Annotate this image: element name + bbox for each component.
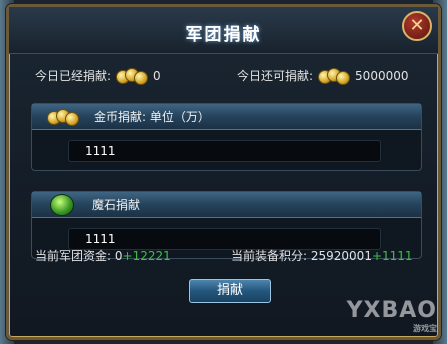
watermark-logo: YXBAO 游戏宝 [347,298,437,334]
legion-funds-bonus: +12221 [122,249,171,263]
today-donated-row: 今日已经捐献: 0 [35,67,161,85]
today-donated-label: 今日已经捐献: [35,69,112,83]
equip-points-row: 当前装备积分: 25920001+1111 [231,247,413,264]
dialog-title: 军团捐献 [185,25,262,45]
today-donated-value: 0 [153,68,161,83]
legion-funds-row: 当前军团资金: 0+12221 [35,247,171,264]
title-bar: 军团捐献 [9,7,438,54]
close-button[interactable]: ✕ [402,11,432,41]
gold-coin-icon [116,67,149,85]
gold-section-header: 金币捐献: 单位（万） [32,104,421,130]
donate-button[interactable]: 捐献 [189,279,271,303]
legion-funds-value: 0 [114,249,123,263]
magic-stone-icon [50,193,74,216]
gold-section-label: 金币捐献: 单位（万） [94,110,210,124]
gold-coin-icon [318,67,351,85]
today-remaining-value: 5000000 [355,68,409,83]
stone-section-header: 魔石捐献 [32,192,421,218]
gold-donate-section: 金币捐献: 单位（万） 1111 [31,103,422,171]
gold-coin-icon [47,108,79,126]
watermark-brand: YXBAO [346,298,437,323]
today-remaining-row: 今日还可捐献: 5000000 [237,67,409,85]
gold-amount-input[interactable]: 1111 [68,140,381,162]
equip-points-value: 25920001 [310,249,372,263]
close-icon: ✕ [409,15,425,36]
equip-points-bonus: +1111 [371,249,413,263]
equip-points-label: 当前装备积分: [231,249,308,263]
legion-funds-label: 当前军团资金: [35,249,112,263]
today-remaining-label: 今日还可捐献: [237,69,314,83]
stone-section-label: 魔石捐献 [92,198,141,212]
watermark-sub: 游戏宝 [413,324,437,333]
donate-dialog: 军团捐献 ✕ 今日已经捐献: 0 今日还可捐献: 5000000 金币捐献: 单… [6,4,441,340]
